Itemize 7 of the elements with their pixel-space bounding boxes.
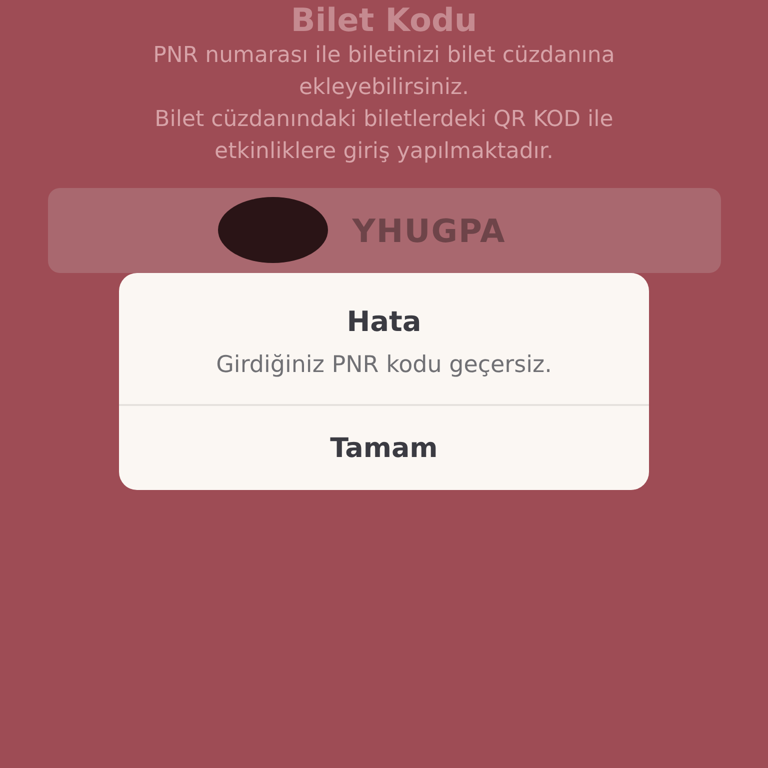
pnr-value: YHUGPA (352, 212, 506, 250)
info-text: Bilet cüzdanındaki biletlerdeki QR KOD ile etkinliklere giriş yapılmaktadır. (154, 106, 614, 166)
alert-message: Girdiğiniz PNR kodu geçersiz. (215, 352, 553, 378)
info-text: PNR numarası ile biletinizi bilet cüzdanına ekleyebilirsiniz. (152, 42, 616, 102)
page-title: Bilet Kodu (290, 0, 478, 40)
alert-title: Hata (346, 305, 422, 338)
ok-button[interactable]: Tamam (119, 406, 649, 490)
